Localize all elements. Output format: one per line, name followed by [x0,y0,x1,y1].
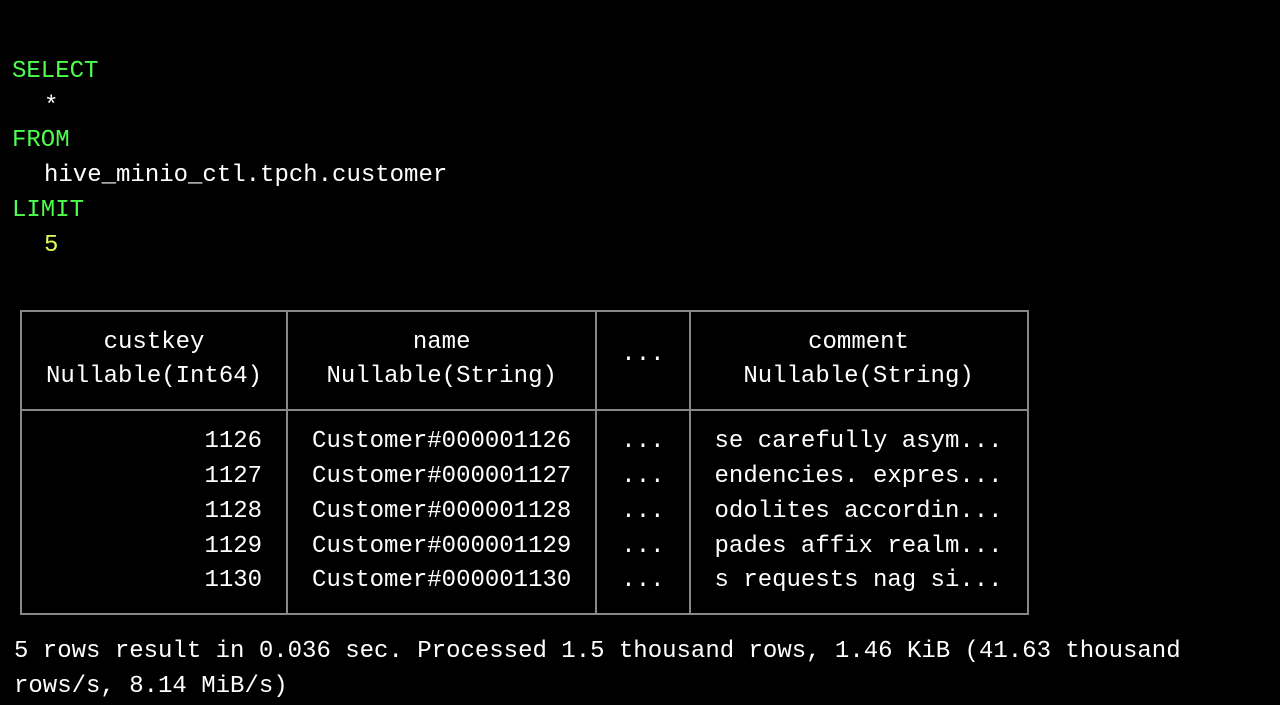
status-line: 5 rows result in 0.036 sec. Processed 1.… [12,635,1268,705]
cell-ellipsis: ... [596,564,689,614]
col-header-name: name Nullable(String) [287,311,596,411]
table-row: 1127 Customer#000001127 ... endencies. e… [21,460,1028,495]
sql-query: SELECT * FROM hive_minio_ctl.tpch.custom… [12,20,1268,264]
cell-ellipsis: ... [596,495,689,530]
cell-comment: endencies. expres... [690,460,1028,495]
table-row: 1126 Customer#000001126 ... se carefully… [21,410,1028,460]
cell-name: Customer#000001130 [287,564,596,614]
cell-name: Customer#000001128 [287,495,596,530]
table-row: 1130 Customer#000001130 ... s requests n… [21,564,1028,614]
cell-name: Customer#000001127 [287,460,596,495]
table-reference: hive_minio_ctl.tpch.customer [12,159,447,194]
cell-comment: se carefully asym... [690,410,1028,460]
table-row: 1128 Customer#000001128 ... odolites acc… [21,495,1028,530]
cell-custkey: 1130 [21,564,287,614]
limit-keyword: LIMIT [12,197,84,224]
cell-name: Customer#000001126 [287,410,596,460]
cell-comment: odolites accordin... [690,495,1028,530]
from-keyword: FROM [12,127,70,154]
cell-ellipsis: ... [596,530,689,565]
cell-custkey: 1128 [21,495,287,530]
cell-comment: pades affix realm... [690,530,1028,565]
col-header-comment: comment Nullable(String) [690,311,1028,411]
cell-custkey: 1129 [21,530,287,565]
cell-custkey: 1126 [21,410,287,460]
cell-custkey: 1127 [21,460,287,495]
table-header-row: custkey Nullable(Int64) name Nullable(St… [21,311,1028,411]
select-columns: * [12,90,58,125]
cell-comment: s requests nag si... [690,564,1028,614]
col-header-ellipsis: ··· [596,311,689,411]
cell-name: Customer#000001129 [287,530,596,565]
result-table: custkey Nullable(Int64) name Nullable(St… [20,310,1029,616]
cell-ellipsis: ... [596,460,689,495]
limit-value: 5 [12,229,58,264]
select-keyword: SELECT [12,58,98,85]
col-header-custkey: custkey Nullable(Int64) [21,311,287,411]
cell-ellipsis: ... [596,410,689,460]
result-table-container: custkey Nullable(Int64) name Nullable(St… [20,310,1268,616]
table-row: 1129 Customer#000001129 ... pades affix … [21,530,1028,565]
